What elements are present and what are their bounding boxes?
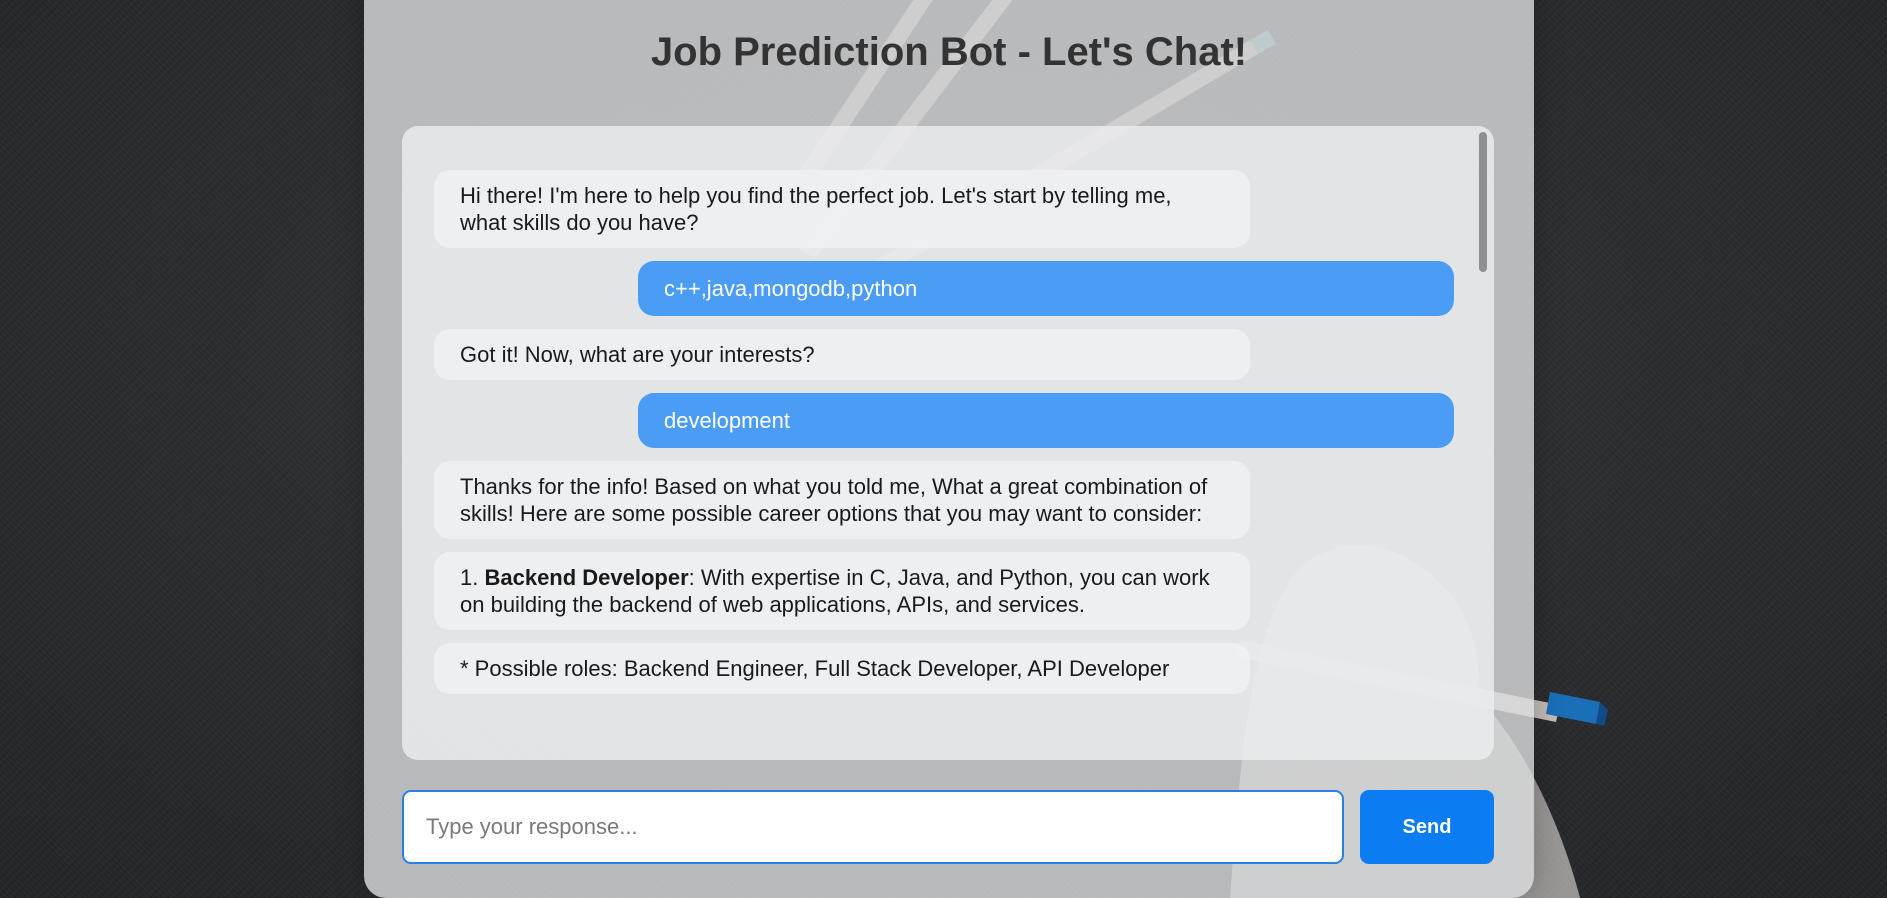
bot-message-bubble: Hi there! I'm here to help you find the … (434, 170, 1250, 248)
user-message-bubble: c++,java,mongodb,python (638, 261, 1454, 316)
bot-message-bubble: Got it! Now, what are your interests? (434, 329, 1250, 380)
scrollbar-thumb[interactable] (1479, 132, 1487, 272)
user-message-bubble: development (638, 393, 1454, 448)
send-button[interactable]: Send (1360, 790, 1494, 864)
message-bold-text: Backend Developer (484, 565, 689, 590)
chat-scrollbar[interactable] (1478, 130, 1488, 756)
message-list: Hi there! I'm here to help you find the … (402, 126, 1476, 760)
page-title: Job Prediction Bot - Let's Chat! (650, 30, 1248, 74)
input-row: Send (402, 790, 1494, 864)
chat-window: Hi there! I'm here to help you find the … (402, 126, 1494, 760)
bot-message-bubble: 1. Backend Developer: With expertise in … (434, 552, 1250, 630)
bot-message-bubble: Thanks for the info! Based on what you t… (434, 461, 1250, 539)
message-prefix: 1. (460, 565, 485, 590)
bot-message-bubble: * Possible roles: Backend Engineer, Full… (434, 643, 1250, 694)
response-input[interactable] (402, 790, 1344, 864)
